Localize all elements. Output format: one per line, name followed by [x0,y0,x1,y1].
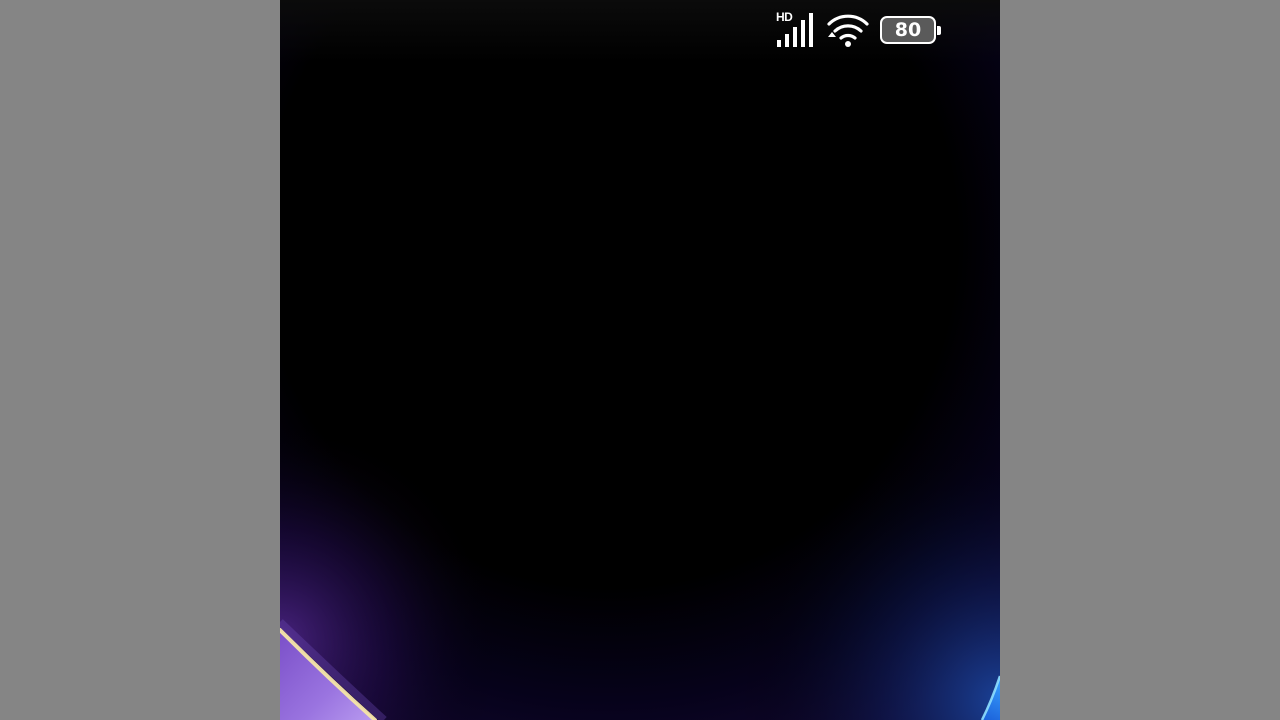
cell-signal-icon: HD [776,10,816,50]
status-icons: HD 80 [776,10,942,50]
battery-tip [937,26,941,35]
right-glow [280,0,1000,720]
wifi-icon [827,14,869,47]
battery-level: 80 [894,19,922,41]
wallpaper [280,0,1000,720]
status-bar: HD 80 [280,0,1000,62]
desktop-background: HD 80 [0,0,1280,720]
battery-icon: 80 [880,12,942,48]
phone-screen[interactable]: HD 80 [280,0,1000,720]
